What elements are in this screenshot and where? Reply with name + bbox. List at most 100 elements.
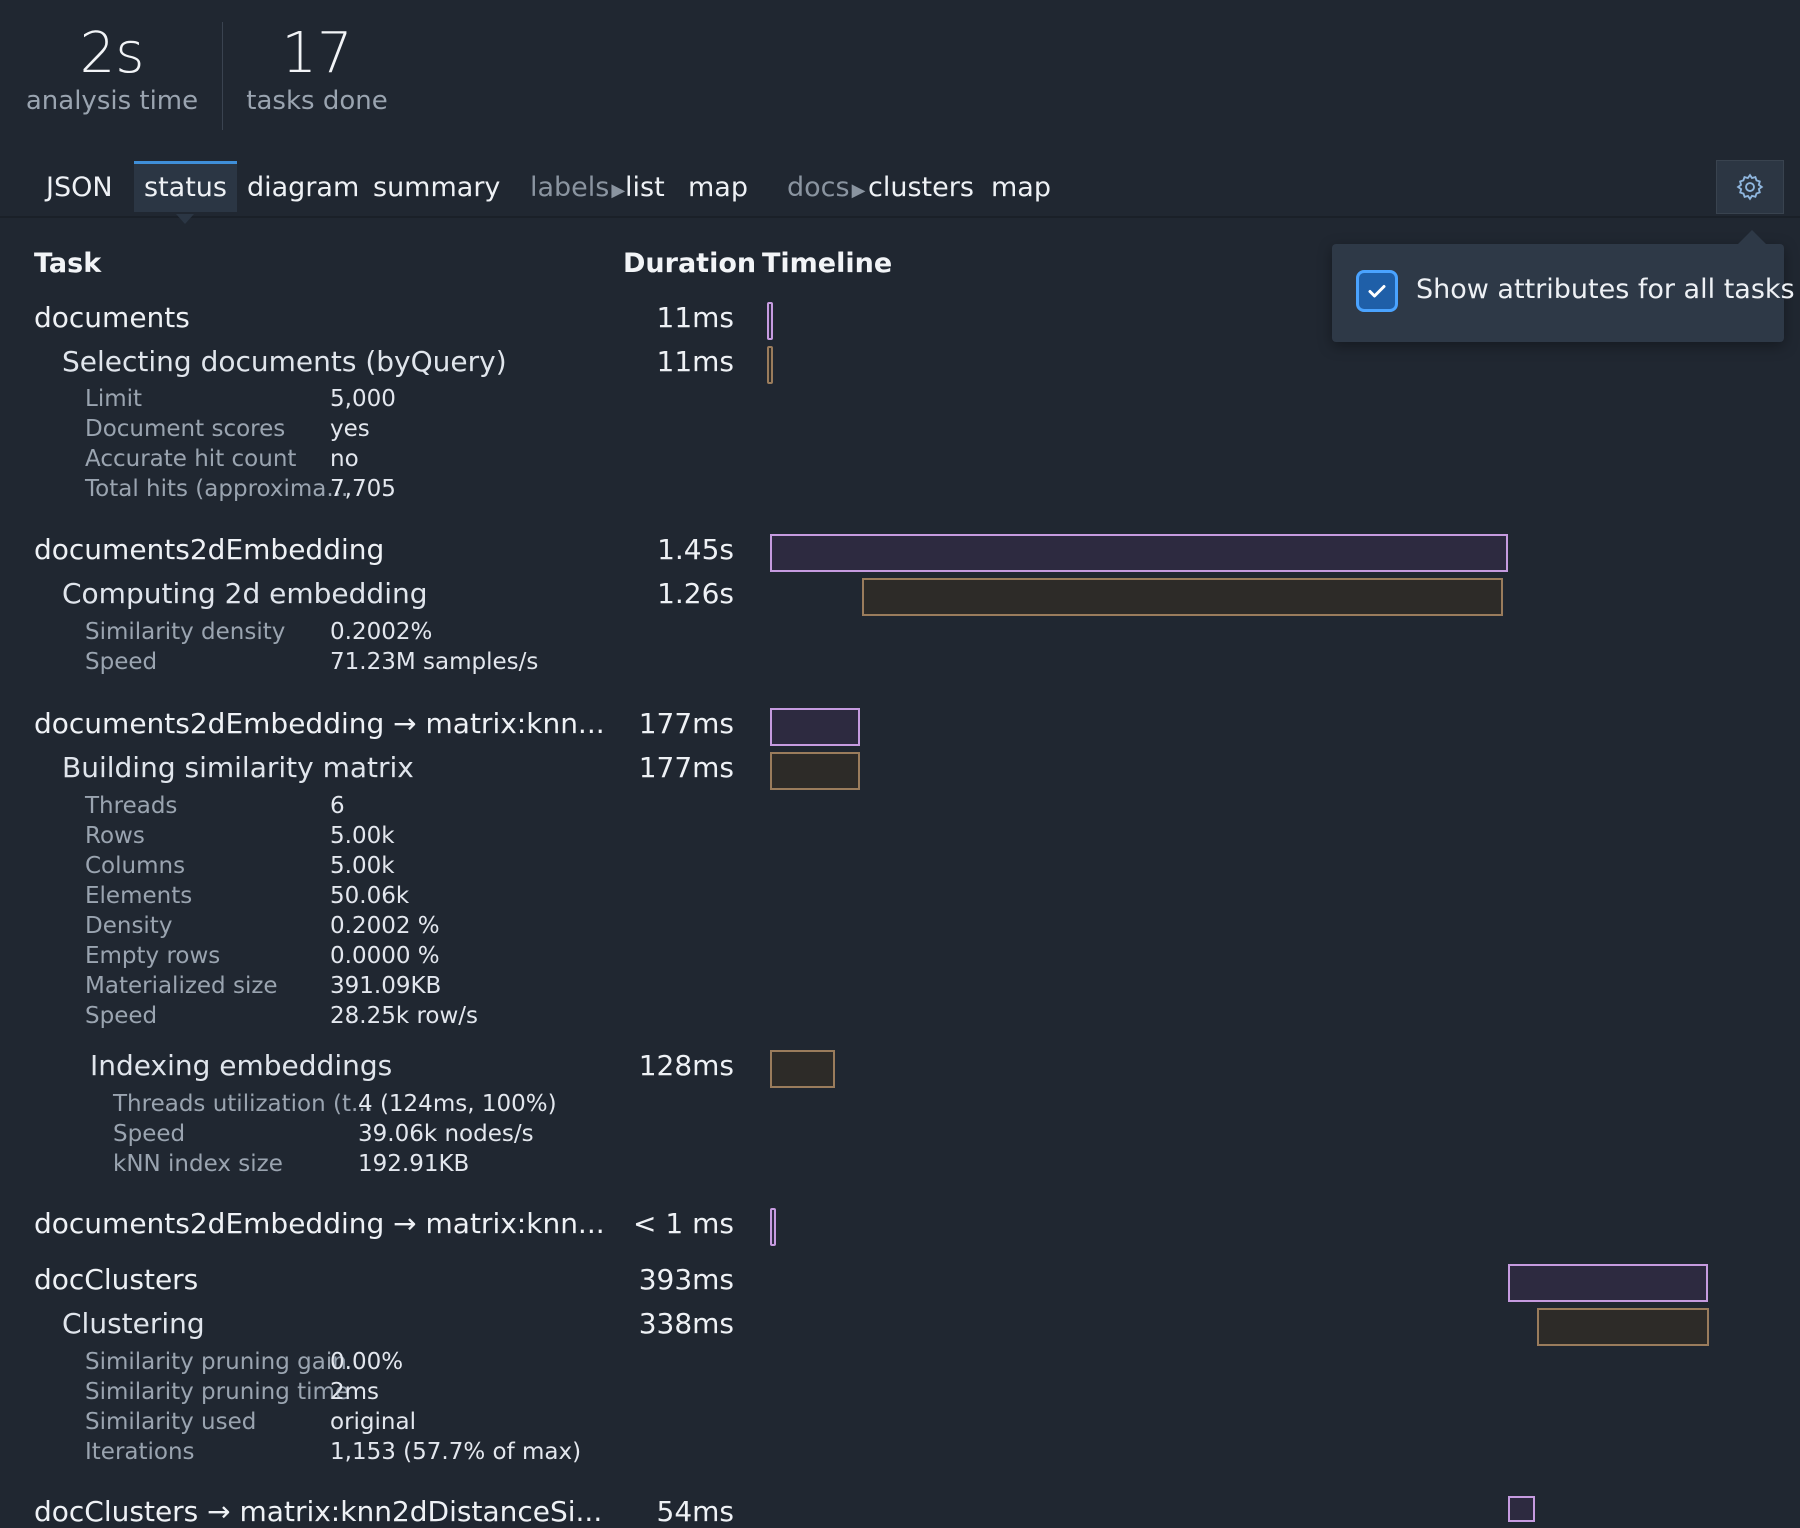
settings-popover: Show attributes for all tasks	[1332, 230, 1795, 342]
tasks-done-value: 17	[281, 21, 353, 86]
settings-button[interactable]	[1716, 160, 1784, 214]
attribute-key: Elements	[85, 883, 193, 909]
task-duration: 177ms	[638, 707, 734, 740]
attribute-key: Speed	[85, 1003, 158, 1029]
tab-json[interactable]: JSON	[46, 164, 113, 212]
show-attributes-label[interactable]: Show attributes for all tasks	[1416, 274, 1795, 305]
timeline-bar	[862, 578, 1503, 616]
attribute-value: 2ms	[330, 1379, 380, 1405]
subtask-duration: 338ms	[638, 1307, 734, 1340]
attribute-key: Speed	[85, 649, 158, 675]
attribute-value: 0.2002 %	[330, 913, 440, 939]
attribute-key: Materialized size	[85, 973, 278, 999]
timeline-bar	[770, 752, 860, 790]
subtask-name[interactable]: Clustering	[62, 1307, 205, 1340]
attribute-key: Accurate hit count	[85, 446, 297, 472]
tab-group-docs: docs ▶	[787, 164, 865, 212]
task-name[interactable]: documents2dEmbedding	[34, 533, 384, 566]
check-icon	[1368, 285, 1386, 298]
attribute-value: 39.06k nodes/s	[358, 1121, 534, 1147]
subtask-duration: 11ms	[656, 345, 735, 378]
tab-docs-clusters[interactable]: clusters	[868, 164, 974, 212]
task-name[interactable]: documents2dEmbedding → matrix:knn...	[34, 1207, 605, 1240]
tasks-done-stat: 17 tasks done	[244, 21, 390, 117]
task-duration: 11ms	[656, 301, 735, 334]
attribute-value: no	[330, 446, 359, 472]
caret-right-icon: ▶	[611, 180, 626, 201]
timeline-bar	[767, 346, 773, 384]
tasks-done-label: tasks done	[246, 86, 388, 116]
attribute-key: Threads	[85, 793, 178, 819]
timeline-bar	[770, 534, 1508, 572]
attribute-value: 6	[330, 793, 345, 819]
task-duration: < 1 ms	[633, 1207, 734, 1240]
attribute-value: 5.00k	[330, 823, 395, 849]
subtask-name[interactable]: Building similarity matrix	[62, 751, 414, 784]
timeline-bar	[770, 708, 860, 746]
task-name[interactable]: documents2dEmbedding → matrix:knn...	[34, 707, 605, 740]
attribute-value: 4 (124ms, 100%)	[358, 1091, 557, 1117]
tab-labels-map[interactable]: map	[688, 164, 748, 212]
task-duration: 1.45s	[657, 533, 734, 566]
docs-group-label: docs	[787, 172, 850, 203]
attribute-value: 0.2002%	[330, 619, 433, 645]
analysis-time-stat: 2s analysis time	[24, 21, 200, 117]
timeline-bar	[770, 1208, 776, 1246]
attribute-key: Rows	[85, 823, 145, 849]
stats-header: 2s analysis time 17 tasks done	[0, 0, 420, 130]
column-header-task: Task	[34, 248, 102, 279]
attribute-value: 0.0000 %	[330, 943, 440, 969]
tab-docs-map[interactable]: map	[991, 164, 1051, 212]
task-name[interactable]: docClusters → matrix:knn2dDistanceSi...	[34, 1495, 602, 1528]
subtask-duration: 1.26s	[657, 577, 734, 610]
attribute-value: 50.06k	[330, 883, 410, 909]
task-name[interactable]: documents	[34, 301, 190, 334]
attribute-key: Similarity density	[85, 619, 286, 645]
subtask-name[interactable]: Selecting documents (byQuery)	[62, 345, 507, 378]
attribute-key: Similarity pruning gain	[85, 1349, 347, 1375]
attribute-key: Empty rows	[85, 943, 221, 969]
attribute-key: Similarity pruning time	[85, 1379, 350, 1405]
tab-status[interactable]: status	[134, 161, 237, 224]
timeline-bar	[770, 1050, 835, 1088]
attribute-key: Total hits (approxima...	[85, 476, 349, 502]
analysis-time-label: analysis time	[25, 86, 199, 116]
stats-divider	[222, 22, 223, 130]
attribute-key: kNN index size	[113, 1151, 283, 1177]
caret-right-icon: ▶	[851, 180, 866, 201]
attribute-value: yes	[330, 416, 370, 442]
attribute-key: Limit	[85, 386, 143, 412]
attribute-value: 192.91KB	[358, 1151, 470, 1177]
attribute-key: Iterations	[85, 1439, 195, 1465]
task-duration: 54ms	[656, 1495, 735, 1528]
analysis-time-value: 2s	[79, 21, 145, 86]
task-name[interactable]: docClusters	[34, 1263, 198, 1296]
labels-group-label: labels	[530, 172, 610, 203]
attribute-value: 71.23M samples/s	[330, 649, 539, 675]
attribute-value: 1,153 (57.7% of max)	[330, 1439, 582, 1465]
view-tab-bar: JSON status diagram summary labels ▶ list…	[0, 160, 1800, 224]
subtask-name[interactable]: Indexing embeddings	[90, 1049, 392, 1082]
timeline-bar	[1508, 1496, 1535, 1522]
attribute-key: Columns	[85, 853, 186, 879]
subtask-name[interactable]: Computing 2d embedding	[62, 577, 428, 610]
show-attributes-checkbox[interactable]	[1356, 270, 1398, 312]
attribute-key: Similarity used	[85, 1409, 257, 1435]
timeline-bar	[1508, 1264, 1708, 1302]
attribute-key: Speed	[113, 1121, 186, 1147]
attribute-value: 28.25k row/s	[330, 1003, 479, 1029]
attribute-value: 5.00k	[330, 853, 395, 879]
subtask-duration: 177ms	[638, 751, 734, 784]
attribute-key: Density	[85, 913, 173, 939]
tab-group-labels: labels ▶	[530, 164, 625, 212]
subtask-duration: 128ms	[638, 1049, 734, 1082]
tab-labels-list[interactable]: list	[625, 164, 665, 212]
timeline-bar	[1537, 1308, 1709, 1346]
attribute-value: original	[330, 1409, 416, 1435]
attribute-value: 7,705	[330, 476, 396, 502]
timeline-bar	[767, 302, 773, 340]
attribute-key: Threads utilization (t...	[113, 1091, 373, 1117]
column-header-duration: Duration	[623, 248, 757, 279]
tab-diagram[interactable]: diagram	[247, 164, 359, 212]
tab-summary[interactable]: summary	[373, 164, 500, 212]
